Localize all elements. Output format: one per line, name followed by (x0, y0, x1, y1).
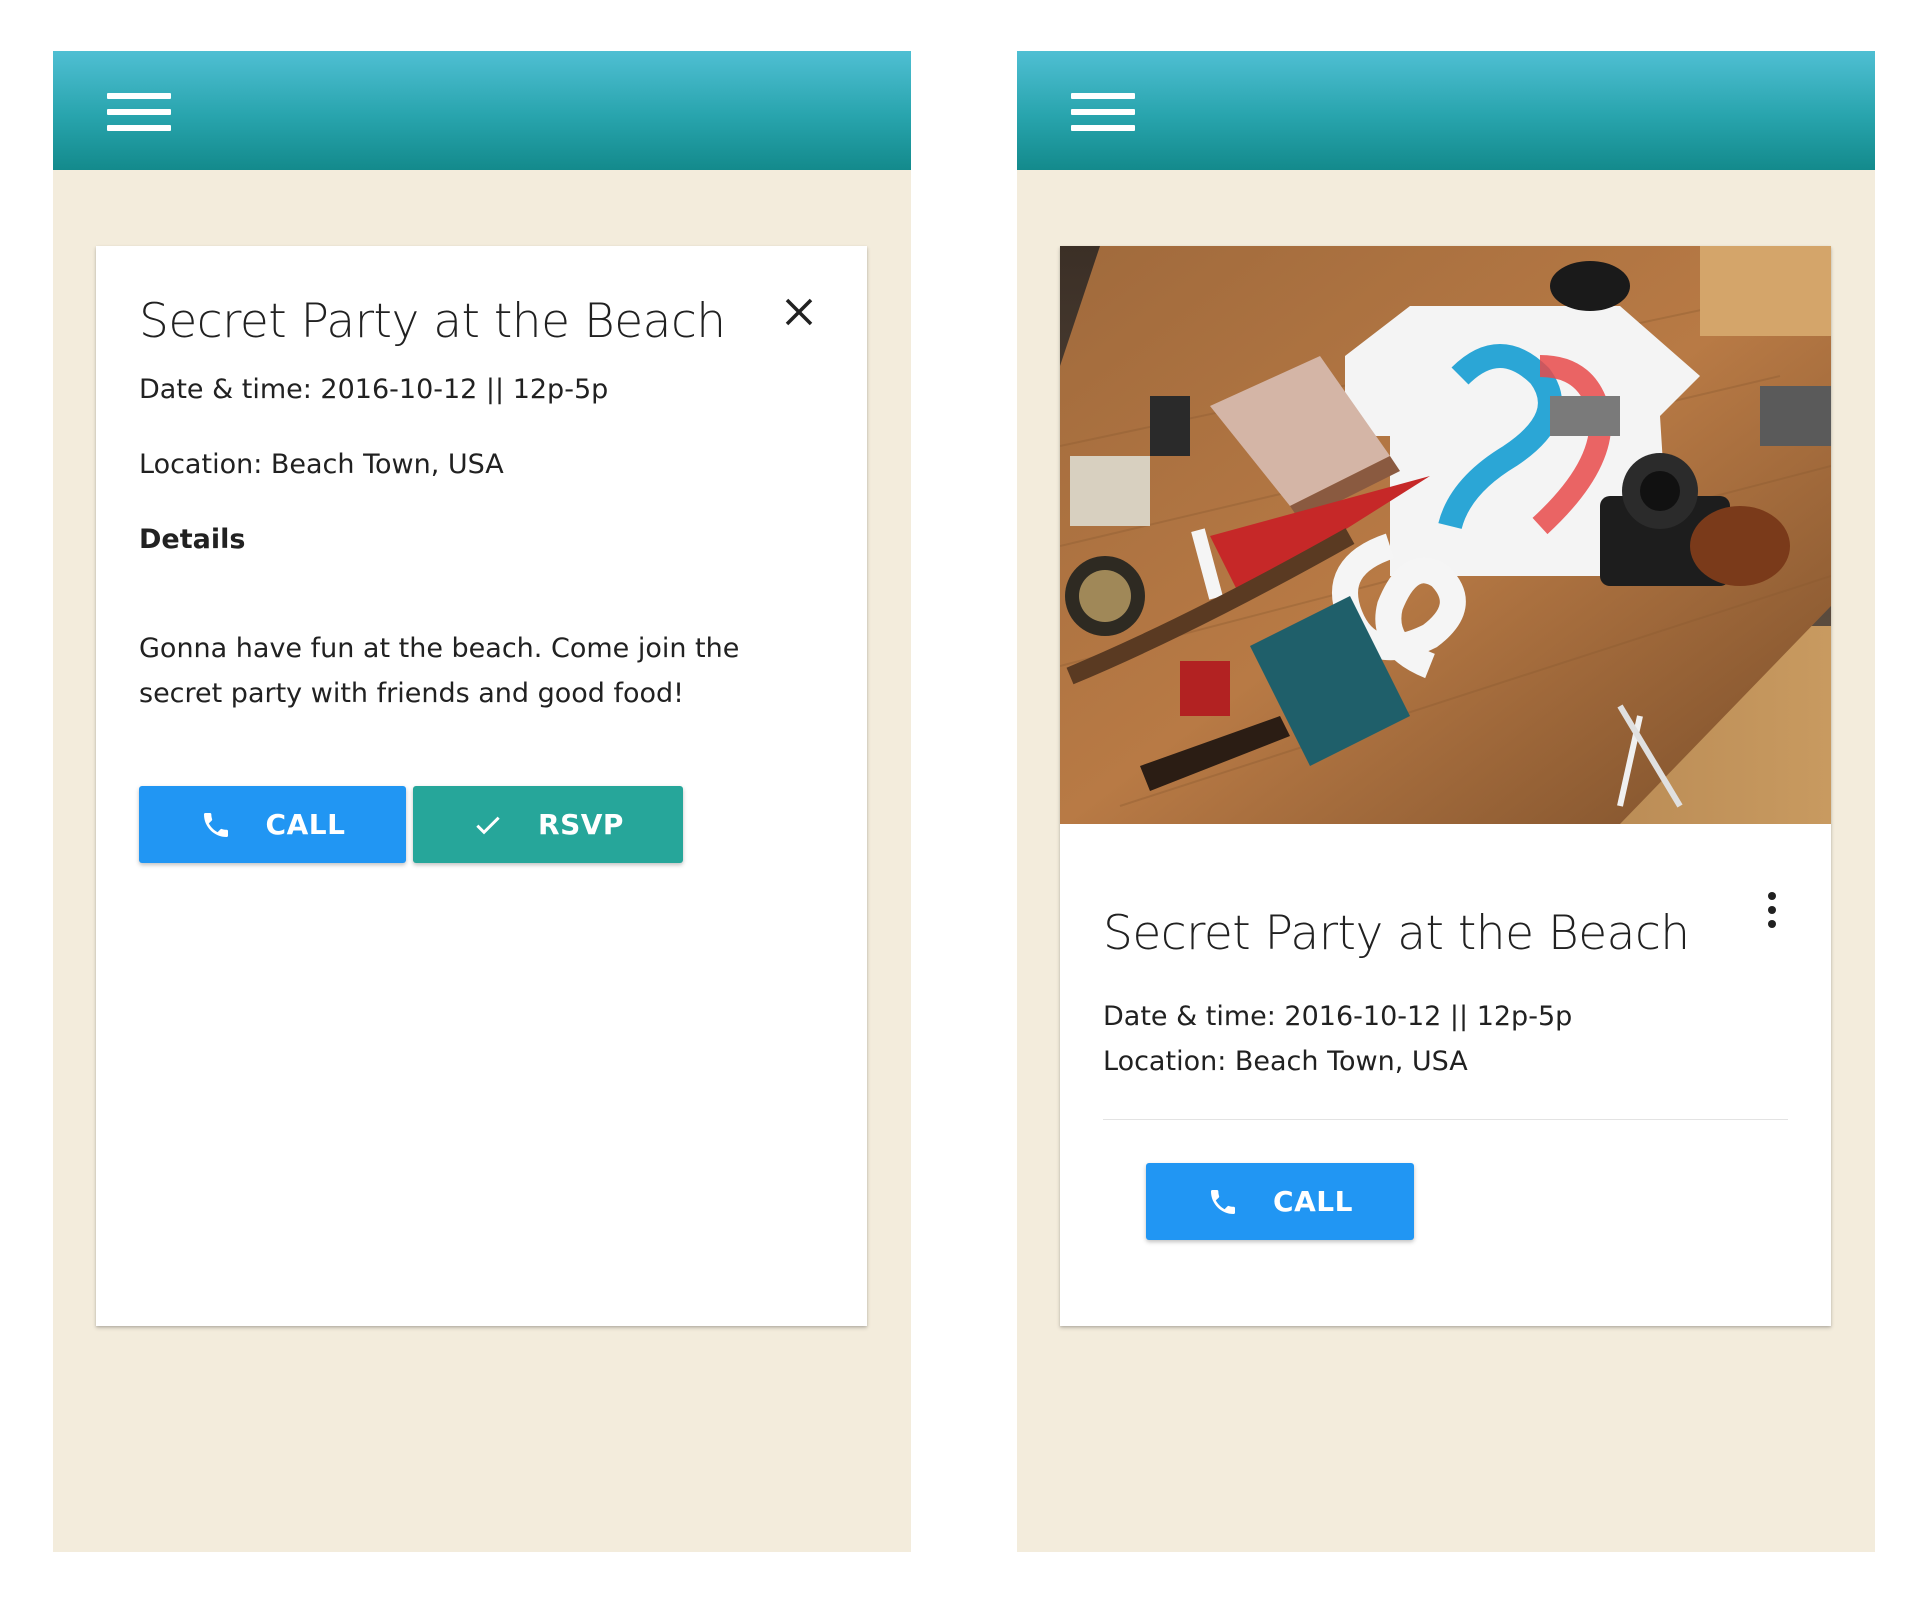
check-icon (476, 816, 500, 834)
event-list-screen: Secret Party at the Beach Date & time: 2… (1017, 51, 1875, 1552)
event-detail-screen: Secret Party at the Beach Date & time: 2… (53, 51, 911, 1552)
call-button[interactable]: CALL (1146, 1163, 1414, 1240)
hamburger-menu-icon[interactable] (107, 93, 171, 131)
event-title: Secret Party at the Beach (1103, 906, 1690, 961)
card-divider (1103, 1119, 1788, 1120)
event-title: Secret Party at the Beach (139, 294, 726, 349)
call-button-label: CALL (1273, 1185, 1353, 1218)
rsvp-button-label: RSVP (538, 808, 624, 841)
more-vert-icon[interactable] (1760, 886, 1784, 934)
hamburger-menu-icon[interactable] (1071, 93, 1135, 131)
call-button-label: CALL (265, 808, 346, 841)
event-card: Secret Party at the Beach Date & time: 2… (1060, 246, 1831, 1326)
event-detail-card: Secret Party at the Beach Date & time: 2… (96, 246, 867, 1326)
event-hero-image (1060, 246, 1831, 824)
app-bar (1017, 51, 1875, 170)
call-button[interactable]: CALL (139, 786, 406, 863)
app-bar (53, 51, 911, 170)
event-description: Gonna have fun at the beach. Come join t… (139, 633, 740, 709)
event-date-time: Date & time: 2016-10-12 || 12p-5p (1103, 1001, 1573, 1032)
close-icon[interactable] (779, 292, 819, 332)
phone-icon (1211, 1189, 1236, 1214)
event-date-time: Date & time: 2016-10-12 || 12p-5p (139, 374, 609, 405)
event-location: Location: Beach Town, USA (139, 449, 504, 480)
details-heading: Details (139, 524, 246, 555)
event-location: Location: Beach Town, USA (1103, 1046, 1468, 1077)
rsvp-button[interactable]: RSVP (413, 786, 683, 863)
phone-icon (203, 812, 228, 837)
